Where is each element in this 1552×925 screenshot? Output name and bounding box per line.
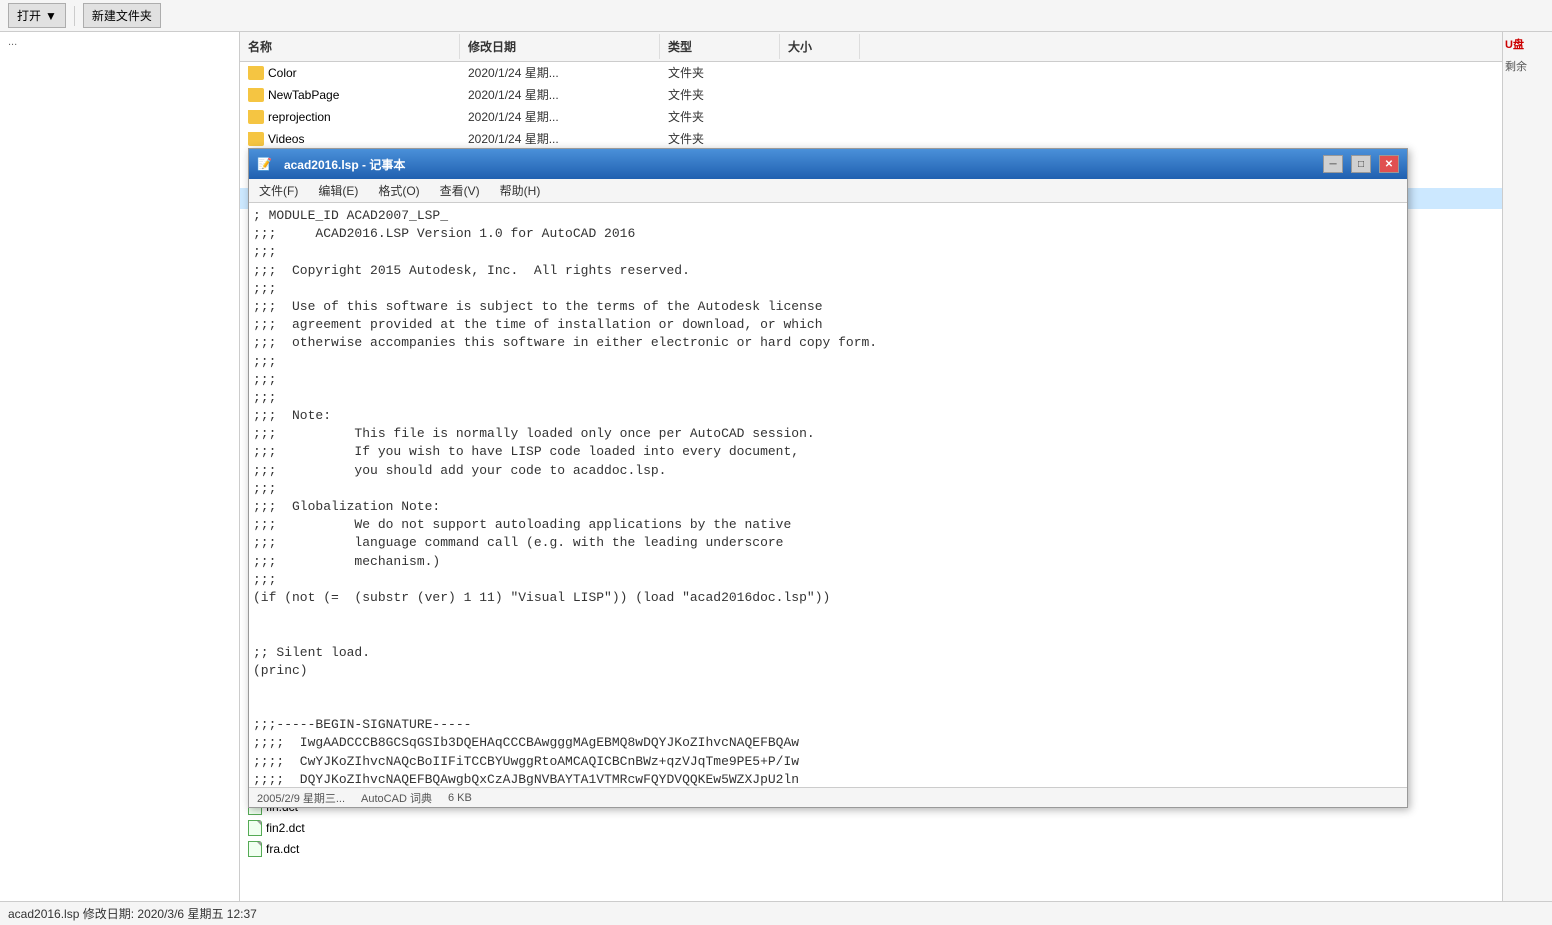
folder-icon — [248, 110, 264, 124]
col-name-header[interactable]: 名称 — [240, 34, 460, 59]
table-row[interactable]: Color 2020/1/24 星期... 文件夹 — [240, 62, 1502, 84]
table-row[interactable]: Videos 2020/1/24 星期... 文件夹 — [240, 128, 1502, 150]
menu-edit[interactable]: 编辑(E) — [308, 180, 368, 201]
notepad-menubar: 文件(F) 编辑(E) 格式(O) 查看(V) 帮助(H) — [249, 179, 1407, 203]
toolbar-separator — [74, 6, 75, 26]
sidebar-section: ... — [0, 32, 239, 52]
file-name: Color — [240, 66, 460, 80]
col-size-header[interactable]: 大小 — [780, 34, 860, 59]
explorer-toolbar: 打开 ▼ 新建文件夹 — [0, 0, 1552, 32]
menu-format[interactable]: 格式(O) — [368, 180, 429, 201]
file-name: Videos — [240, 132, 460, 146]
notepad-status-type: AutoCAD 词典 — [361, 790, 432, 806]
table-row[interactable]: fra.dct — [240, 839, 1502, 860]
file-list-header: 名称 修改日期 类型 大小 — [240, 32, 1502, 62]
file-sidebar: ... — [0, 32, 240, 901]
open-button[interactable]: 打开 ▼ — [8, 3, 66, 28]
table-row[interactable]: fin2.dct — [240, 818, 1502, 839]
folder-icon — [248, 88, 264, 102]
notepad-statusbar: 2005/2/9 星期三... AutoCAD 词典 6 KB — [249, 787, 1407, 807]
right-panel-label: 剩余 — [1503, 56, 1552, 76]
menu-view[interactable]: 查看(V) — [430, 180, 490, 201]
file-name: fra.dct — [240, 841, 460, 857]
notepad-title: acad2016.lsp - 记事本 — [284, 156, 1315, 173]
open-label: 打开 — [17, 7, 41, 24]
minimize-button[interactable]: ─ — [1323, 155, 1343, 173]
file-icon-dct — [248, 841, 262, 857]
notepad-status-date: 2005/2/9 星期三... — [257, 790, 345, 806]
maximize-button[interactable]: □ — [1351, 155, 1371, 173]
right-panel: U盘 剩余 — [1502, 32, 1552, 901]
new-folder-label: 新建文件夹 — [92, 7, 152, 24]
notepad-titlebar[interactable]: 📝 acad2016.lsp - 记事本 ─ □ ✕ — [249, 149, 1407, 179]
file-name: reprojection — [240, 110, 460, 124]
status-text: acad2016.lsp 修改日期: 2020/3/6 星期五 12:37 — [8, 905, 257, 922]
col-date-header[interactable]: 修改日期 — [460, 34, 660, 59]
notepad-icon: 📝 — [257, 157, 272, 171]
file-icon-dct — [248, 820, 262, 836]
status-bar: acad2016.lsp 修改日期: 2020/3/6 星期五 12:37 — [0, 901, 1552, 925]
folder-icon — [248, 132, 264, 146]
right-panel-title: U盘 — [1503, 32, 1552, 56]
notepad-window: 📝 acad2016.lsp - 记事本 ─ □ ✕ 文件(F) 编辑(E) 格… — [248, 148, 1408, 808]
notepad-status-size: 6 KB — [448, 792, 472, 804]
folder-icon — [248, 66, 264, 80]
col-type-header[interactable]: 类型 — [660, 34, 780, 59]
file-name: fin2.dct — [240, 820, 460, 836]
file-name: NewTabPage — [240, 88, 460, 102]
menu-help[interactable]: 帮助(H) — [490, 180, 551, 201]
new-folder-button[interactable]: 新建文件夹 — [83, 3, 161, 28]
notepad-content-area[interactable]: ; MODULE_ID ACAD2007_LSP_ ;;; ACAD2016.L… — [249, 203, 1407, 787]
table-row[interactable]: NewTabPage 2020/1/24 星期... 文件夹 — [240, 84, 1502, 106]
open-dropdown-icon[interactable]: ▼ — [45, 9, 57, 23]
menu-file[interactable]: 文件(F) — [249, 180, 308, 201]
close-button[interactable]: ✕ — [1379, 155, 1399, 173]
table-row[interactable]: reprojection 2020/1/24 星期... 文件夹 — [240, 106, 1502, 128]
